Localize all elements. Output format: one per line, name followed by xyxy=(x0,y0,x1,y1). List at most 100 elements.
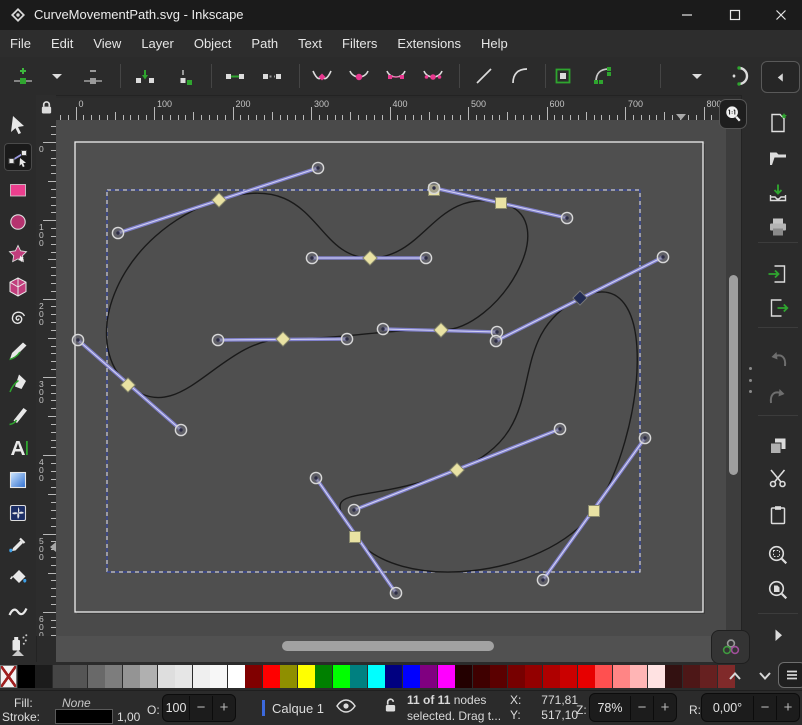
extra-menu-button[interactable] xyxy=(684,63,710,89)
node-smooth-button[interactable] xyxy=(346,63,372,89)
color-swatch[interactable] xyxy=(88,665,105,688)
menu-file[interactable]: File xyxy=(0,36,41,51)
star-tool[interactable] xyxy=(4,240,32,268)
more-button[interactable] xyxy=(765,622,791,648)
join-with-segment-button[interactable] xyxy=(222,63,248,89)
break-nodes-button[interactable] xyxy=(170,63,196,89)
fill-value[interactable]: None xyxy=(62,696,91,710)
color-swatch[interactable] xyxy=(385,665,402,688)
pencil-tool[interactable] xyxy=(4,337,32,365)
color-swatch[interactable] xyxy=(193,665,210,688)
zoom-decrease-button[interactable]: − xyxy=(630,696,653,720)
color-swatch[interactable] xyxy=(368,665,385,688)
color-swatch[interactable] xyxy=(665,665,682,688)
color-swatch[interactable] xyxy=(333,665,350,688)
color-swatch[interactable] xyxy=(280,665,297,688)
layer-name[interactable]: Calque 1 xyxy=(272,701,324,716)
zoom-actual-size-button[interactable] xyxy=(719,99,747,129)
vertical-ruler[interactable]: 0100200300400500600 xyxy=(36,120,56,636)
dropper-tool[interactable] xyxy=(4,531,32,559)
menu-extensions[interactable]: Extensions xyxy=(387,36,471,51)
paste-button[interactable] xyxy=(765,502,791,528)
color-swatch[interactable] xyxy=(508,665,525,688)
color-swatch[interactable] xyxy=(455,665,472,688)
color-swatch[interactable] xyxy=(648,665,665,688)
color-swatch[interactable] xyxy=(175,665,192,688)
box3d-tool[interactable] xyxy=(4,273,32,301)
doc-save-button[interactable] xyxy=(765,180,791,206)
opacity-decrease-button[interactable]: − xyxy=(189,696,212,720)
color-swatch[interactable] xyxy=(473,665,490,688)
menu-view[interactable]: View xyxy=(83,36,131,51)
menu-help[interactable]: Help xyxy=(471,36,518,51)
color-swatch[interactable] xyxy=(245,665,262,688)
rect-tool[interactable] xyxy=(4,176,32,204)
color-management-toggle[interactable] xyxy=(711,630,750,664)
commandbar-drag-handle[interactable] xyxy=(747,367,753,393)
join-nodes-button[interactable] xyxy=(132,63,158,89)
color-swatch[interactable] xyxy=(263,665,280,688)
stroke-color-swatch[interactable] xyxy=(55,709,113,724)
layer-visibility-toggle[interactable] xyxy=(336,699,356,713)
object-to-path-button[interactable] xyxy=(550,63,576,89)
color-swatch[interactable] xyxy=(700,665,717,688)
zoom-drawing-button[interactable] xyxy=(765,577,791,603)
menu-layer[interactable]: Layer xyxy=(131,36,184,51)
horizontal-scrollbar[interactable] xyxy=(56,636,726,662)
spiral-tool[interactable] xyxy=(4,305,32,333)
calligraphy-tool[interactable] xyxy=(4,402,32,430)
cut-button[interactable] xyxy=(765,465,791,491)
segment-line-button[interactable] xyxy=(471,63,497,89)
text-tool[interactable] xyxy=(4,434,32,462)
color-swatch[interactable] xyxy=(350,665,367,688)
color-swatch[interactable] xyxy=(438,665,455,688)
path-node-cusp[interactable] xyxy=(589,506,600,517)
color-swatch[interactable] xyxy=(490,665,507,688)
color-swatch[interactable] xyxy=(228,665,245,688)
color-swatch[interactable] xyxy=(315,665,332,688)
color-swatch[interactable] xyxy=(595,665,612,688)
print-button[interactable] xyxy=(765,214,791,240)
color-swatch[interactable] xyxy=(560,665,577,688)
bucket-tool[interactable] xyxy=(4,563,32,591)
color-swatch[interactable] xyxy=(53,665,70,688)
ellipse-tool[interactable] xyxy=(4,208,32,236)
node-corner-button[interactable] xyxy=(309,63,335,89)
color-swatch[interactable] xyxy=(525,665,542,688)
color-swatch[interactable] xyxy=(123,665,140,688)
horizontal-scrollbar-thumb[interactable] xyxy=(282,641,494,651)
insert-node-menu-button[interactable] xyxy=(44,63,70,89)
ruler-lock-button[interactable] xyxy=(36,95,56,120)
export-button[interactable] xyxy=(765,295,791,321)
palette-scroll-down-button[interactable] xyxy=(752,664,778,688)
vertical-scrollbar-thumb[interactable] xyxy=(729,275,738,475)
segment-curve-button[interactable] xyxy=(507,63,533,89)
rotation-value[interactable]: 0,00° xyxy=(702,701,753,715)
color-swatch[interactable] xyxy=(578,665,595,688)
rotation-increase-button[interactable]: + xyxy=(776,696,799,720)
color-swatch[interactable] xyxy=(35,665,52,688)
insert-node-button[interactable] xyxy=(10,63,36,89)
color-swatch[interactable] xyxy=(543,665,560,688)
zoom-selection-button[interactable] xyxy=(765,542,791,568)
minimize-button[interactable] xyxy=(664,0,710,30)
horizontal-ruler[interactable]: 0100200300400500600700800 xyxy=(56,98,740,120)
path-node-cusp[interactable] xyxy=(350,532,361,543)
canvas[interactable] xyxy=(56,120,726,636)
doc-open-button[interactable] xyxy=(765,145,791,171)
import-button[interactable] xyxy=(765,261,791,287)
delete-node-button[interactable] xyxy=(80,63,106,89)
gradient-tool[interactable] xyxy=(4,466,32,494)
layer-lock-toggle[interactable] xyxy=(384,698,397,713)
menu-object[interactable]: Object xyxy=(184,36,242,51)
color-swatch[interactable] xyxy=(210,665,227,688)
redo-button[interactable] xyxy=(765,383,791,409)
node-symmetric-button[interactable] xyxy=(383,63,409,89)
palette-scroll-up-button[interactable] xyxy=(722,664,748,688)
vertical-scrollbar[interactable] xyxy=(726,120,741,636)
menu-filters[interactable]: Filters xyxy=(332,36,387,51)
rotation-decrease-button[interactable]: − xyxy=(753,696,776,720)
color-swatch[interactable] xyxy=(18,665,35,688)
color-swatch[interactable] xyxy=(613,665,630,688)
menu-edit[interactable]: Edit xyxy=(41,36,83,51)
